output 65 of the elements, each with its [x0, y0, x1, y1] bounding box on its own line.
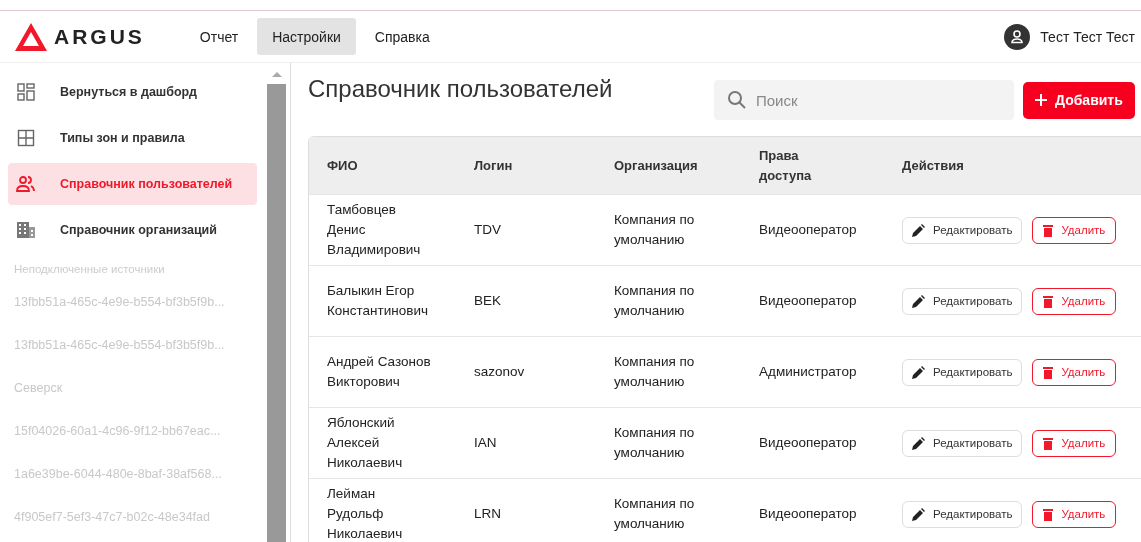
table-cell-text: Компания по умолчанию [614, 282, 696, 320]
table-cell-text: IAN [474, 434, 498, 452]
edit-button[interactable]: Редактировать [902, 358, 1023, 386]
column-header: Организация [614, 156, 699, 175]
table-cell-text: Администратор [759, 363, 858, 381]
trash-icon [1043, 436, 1054, 450]
delete-button[interactable]: Удалить [1032, 287, 1117, 315]
nav-tab[interactable]: Справка [359, 18, 445, 55]
table-cell-text: LRN [474, 505, 502, 523]
table-cell-text: Видеооператор [759, 292, 858, 310]
pencil-icon [912, 507, 925, 521]
grid-icon [16, 129, 36, 147]
delete-button[interactable]: Удалить [1032, 429, 1117, 457]
table-cell-text: Андрей Сазонов Викторович [327, 353, 432, 391]
table-cell-text: TDV [474, 221, 502, 239]
table-cell-text: Компания по умолчанию [614, 353, 696, 391]
nav-tab[interactable]: Настройки [257, 18, 356, 55]
page-title: Справочник пользователей [308, 75, 614, 103]
delete-button[interactable]: Удалить [1032, 358, 1117, 386]
sidebar-item[interactable]: Справочник организаций [8, 209, 257, 251]
trash-icon [1043, 507, 1054, 521]
logo-icon [14, 21, 48, 52]
table-cell-text: Балыкин Егор Константинович [327, 282, 429, 320]
edit-button[interactable]: Редактировать [902, 429, 1023, 457]
table-cell-text: Лейман Рудольф Николаевич [327, 485, 404, 542]
building-icon [16, 221, 36, 239]
users-icon [16, 175, 36, 193]
sidebar-item[interactable]: Вернуться в дашборд [8, 71, 257, 113]
table-cell-text: Компания по умолчанию [614, 211, 696, 249]
avatar-icon[interactable] [1004, 23, 1031, 50]
column-header: Логин [474, 156, 514, 175]
plus-icon [1035, 94, 1047, 106]
edit-button[interactable]: Редактировать [902, 287, 1023, 315]
trash-icon [1043, 294, 1054, 308]
table-cell-text: Видеооператор [759, 505, 858, 523]
table-cell-text: Тамбовцев Денис Владимирович [327, 201, 422, 259]
trash-icon [1043, 223, 1054, 237]
user-name[interactable]: Тест Тест Тест [1040, 28, 1135, 45]
table-cell-text: sazonov [474, 363, 526, 381]
column-header: Права доступа [759, 146, 813, 185]
table-cell-text: Видеооператор [759, 221, 858, 239]
pencil-icon [912, 223, 925, 237]
sidebar-item[interactable]: Справочник пользователей [8, 163, 257, 205]
nav-tab[interactable]: Отчет [184, 18, 254, 55]
scroll-up-icon[interactable] [271, 71, 282, 78]
column-header: Действия [902, 156, 965, 175]
edit-button[interactable]: Редактировать [902, 500, 1023, 528]
trash-icon [1043, 365, 1054, 379]
table-cell-text: Видеооператор [759, 434, 858, 452]
edit-button[interactable]: Редактировать [902, 216, 1023, 244]
dashboard-icon [16, 83, 36, 101]
table-cell-text: Компания по умолчанию [614, 424, 696, 462]
logo-text: ARGUS [54, 24, 145, 49]
sidebar-item[interactable]: Типы зон и правила [8, 117, 257, 159]
pencil-icon [912, 365, 925, 379]
table-cell-text: Яблонский Алексей Николаевич [327, 414, 404, 472]
pencil-icon [912, 436, 925, 450]
add-button[interactable]: Добавить [1023, 81, 1135, 119]
table-cell-text: Компания по умолчанию [614, 495, 696, 533]
search-field[interactable]: Поиск [714, 80, 1014, 120]
delete-button[interactable]: Удалить [1032, 216, 1117, 244]
delete-button[interactable]: Удалить [1032, 500, 1117, 528]
pencil-icon [912, 294, 925, 308]
column-header: ФИО [327, 156, 359, 175]
table-cell-text: BEK [474, 292, 502, 310]
